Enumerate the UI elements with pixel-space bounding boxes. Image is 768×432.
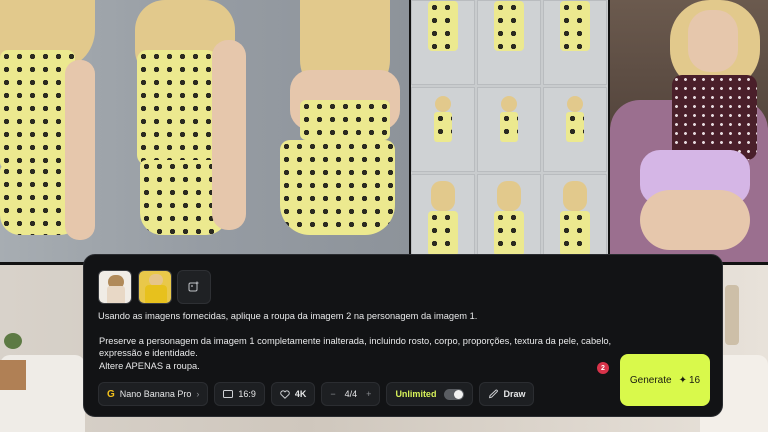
prompt-line: Preserve a personagem da imagem 1 comple… [99,335,612,346]
reference-thumbnail-2[interactable] [138,270,172,304]
prompt-textarea[interactable]: Usando as imagens fornecidas, aplique a … [98,310,618,372]
credit-cost: 16 [688,374,701,386]
prompt-line: Altere APENAS a roupa. [99,360,200,371]
aspect-ratio-icon [223,390,234,398]
generated-image-portrait[interactable] [610,0,768,262]
model-label: Nano Banana Pro [119,389,192,399]
prompt-line: expressão e identidade. [99,348,198,358]
draw-label: Draw [503,389,526,399]
generate-button[interactable]: Generate ✦ 16 [620,354,710,406]
prompt-panel: Usando as imagens fornecidas, aplique a … [83,254,723,417]
generate-label: Generate [629,374,672,386]
heart-icon [280,389,290,399]
add-image-icon [188,281,199,292]
resolution-selector[interactable]: 4K [270,382,316,406]
aspect-ratio-label: 16:9 [238,389,256,399]
aspect-ratio-selector[interactable]: 16:9 [214,382,265,406]
minus-icon[interactable]: − [330,389,335,399]
plus-icon[interactable]: + [366,389,371,399]
draw-icon [489,389,499,399]
sparkle-icon: ✦ [678,374,687,386]
prompt-line: Usando as imagens fornecidas, aplique a … [98,311,478,321]
generation-toolbar: G Nano Banana Pro › 16:9 4K − 4/4 + Unli… [98,382,535,406]
unlimited-label: Unlimited [395,389,437,399]
model-selector[interactable]: G Nano Banana Pro › [98,382,209,406]
notification-badge: 2 [597,362,609,374]
chevron-right-icon: › [196,389,200,399]
reference-thumbnail-1[interactable] [98,270,132,304]
generated-image-grid[interactable] [411,0,608,262]
generated-image-poses[interactable] [0,0,409,262]
draw-button[interactable]: Draw [479,382,535,406]
toggle-switch-icon[interactable] [444,388,465,400]
image-count-value: 4/4 [344,389,358,399]
google-icon: G [107,388,115,400]
add-reference-button[interactable] [177,270,211,304]
image-count-stepper[interactable]: − 4/4 + [321,382,381,406]
unlimited-toggle[interactable]: Unlimited [386,382,474,406]
resolution-label: 4K [294,389,307,399]
